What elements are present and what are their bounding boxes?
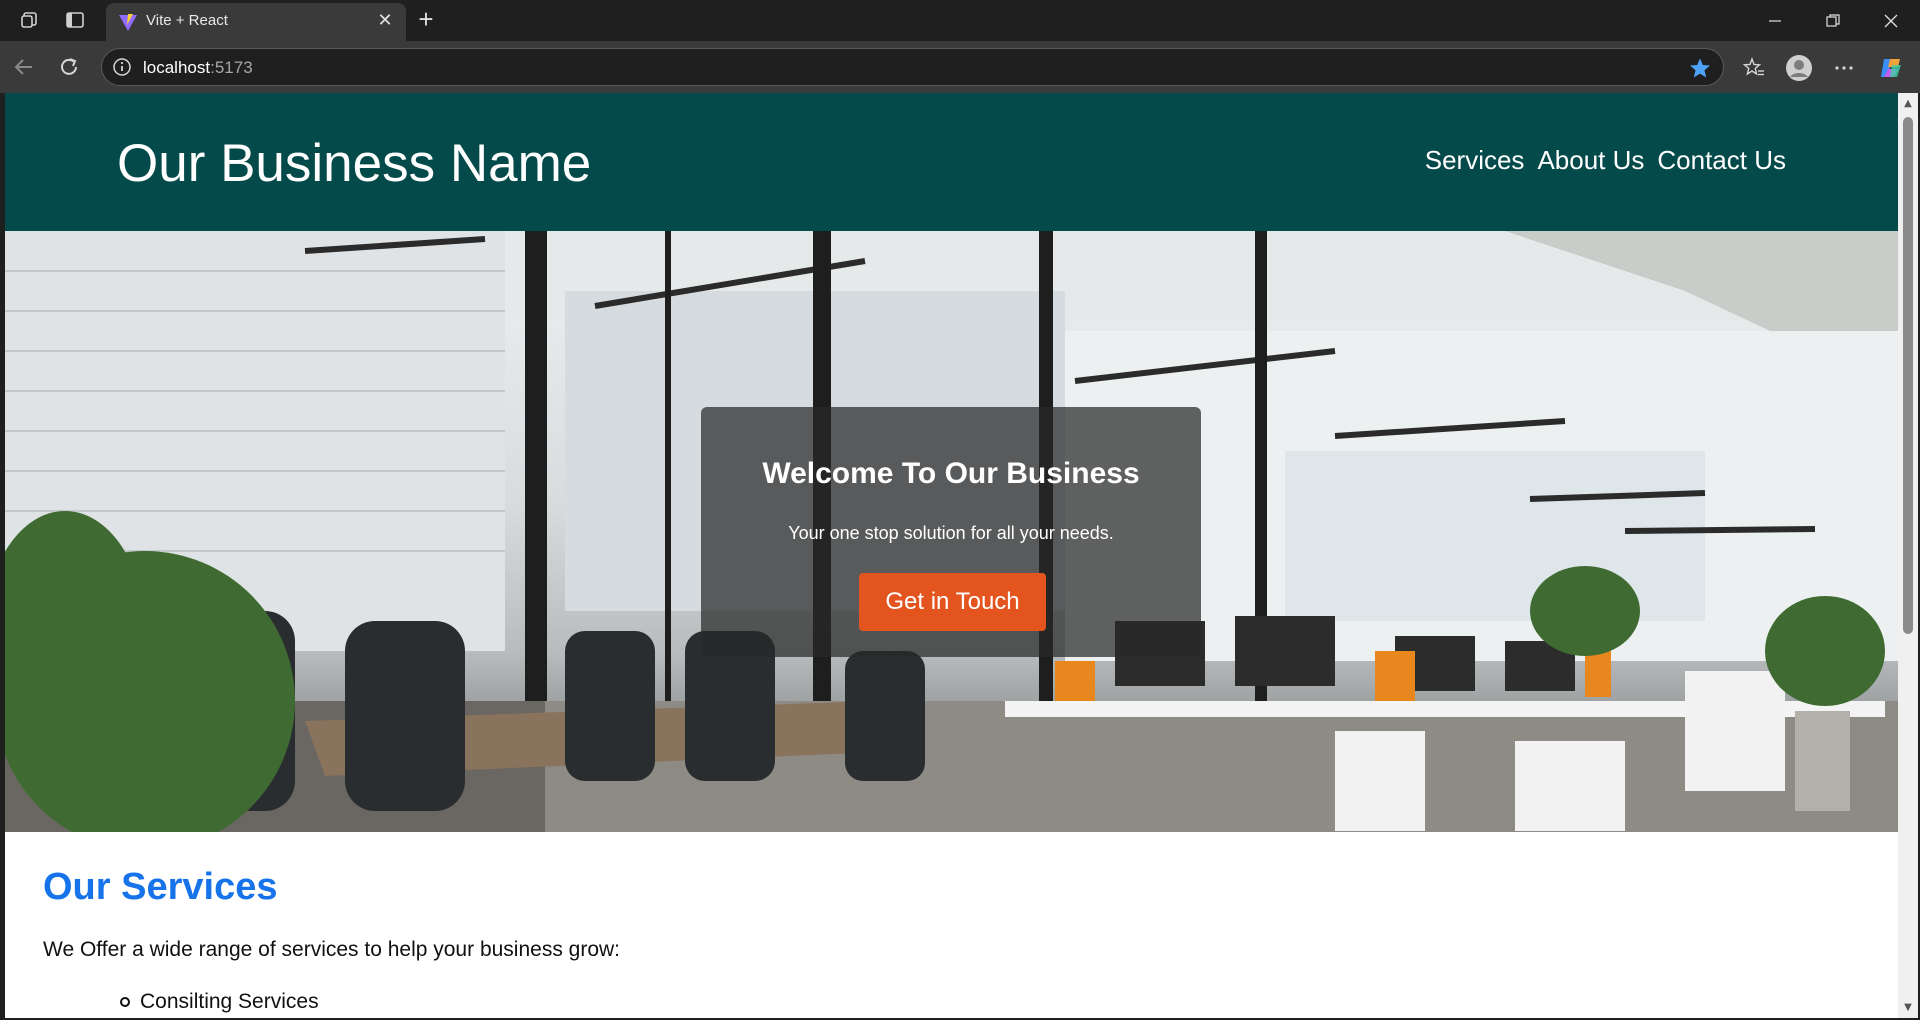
profile-avatar-icon[interactable]: [1784, 53, 1814, 83]
service-item-label: Consilting Services: [140, 990, 319, 1013]
hero-overlay-card: Welcome To Our Business Your one stop so…: [701, 407, 1201, 657]
url-port: :5173: [210, 58, 253, 77]
scroll-up-arrow-icon[interactable]: ▲: [1903, 99, 1913, 109]
services-description: We Offer a wide range of services to hel…: [43, 938, 621, 961]
vertical-tabs-icon[interactable]: [61, 8, 89, 32]
page-viewport: Our Business Name Services About Us Cont…: [5, 93, 1898, 1018]
vite-favicon-icon: [119, 14, 137, 31]
favorite-star-icon[interactable]: [1689, 57, 1711, 79]
bullet-icon: [120, 997, 130, 1007]
site-info-icon[interactable]: [112, 57, 132, 77]
browser-tab-bar: Vite + React ✕ +: [0, 0, 1920, 41]
tab-title: Vite + React: [146, 12, 228, 29]
back-arrow-icon[interactable]: [10, 53, 38, 81]
nav-contact-link[interactable]: Contact Us: [1657, 145, 1786, 176]
list-item: Consilting Services: [120, 990, 319, 1014]
services-heading: Our Services: [43, 866, 278, 908]
restore-button[interactable]: [1810, 6, 1856, 36]
tab-close-icon[interactable]: ✕: [374, 10, 396, 32]
close-window-button[interactable]: [1868, 6, 1914, 36]
url-text: localhost:5173: [143, 58, 253, 78]
hero-section: Welcome To Our Business Your one stop so…: [5, 231, 1898, 832]
services-list: Consilting Services: [120, 990, 319, 1014]
nav-about-link[interactable]: About Us: [1537, 145, 1644, 176]
hero-title: Welcome To Our Business: [762, 457, 1140, 490]
site-header: Our Business Name Services About Us Cont…: [5, 93, 1898, 231]
copilot-icon[interactable]: [1876, 53, 1906, 83]
new-tab-button[interactable]: +: [412, 6, 440, 34]
brand-name[interactable]: Our Business Name: [117, 133, 591, 194]
browser-toolbar: localhost:5173: [0, 41, 1920, 93]
address-bar[interactable]: localhost:5173: [101, 48, 1724, 86]
services-section: Our Services We Offer a wide range of se…: [5, 832, 1898, 1018]
nav-services-link[interactable]: Services: [1425, 145, 1525, 176]
url-host: localhost: [143, 58, 211, 77]
main-nav: Services About Us Contact Us: [1425, 145, 1786, 176]
page-scrollbar[interactable]: ▲ ▼: [1898, 93, 1918, 1018]
minimize-button[interactable]: [1752, 6, 1798, 36]
more-options-icon[interactable]: [1829, 53, 1859, 83]
hero-subtitle: Your one stop solution for all your need…: [788, 523, 1114, 543]
favorites-icon[interactable]: [1739, 53, 1769, 83]
scrollbar-thumb[interactable]: [1903, 117, 1913, 634]
get-in-touch-button[interactable]: Get in Touch: [859, 573, 1046, 631]
scroll-down-arrow-icon[interactable]: ▼: [1903, 1003, 1913, 1013]
active-tab[interactable]: Vite + React ✕: [106, 3, 406, 41]
workspaces-icon[interactable]: [16, 8, 44, 32]
reload-icon[interactable]: [55, 53, 83, 81]
